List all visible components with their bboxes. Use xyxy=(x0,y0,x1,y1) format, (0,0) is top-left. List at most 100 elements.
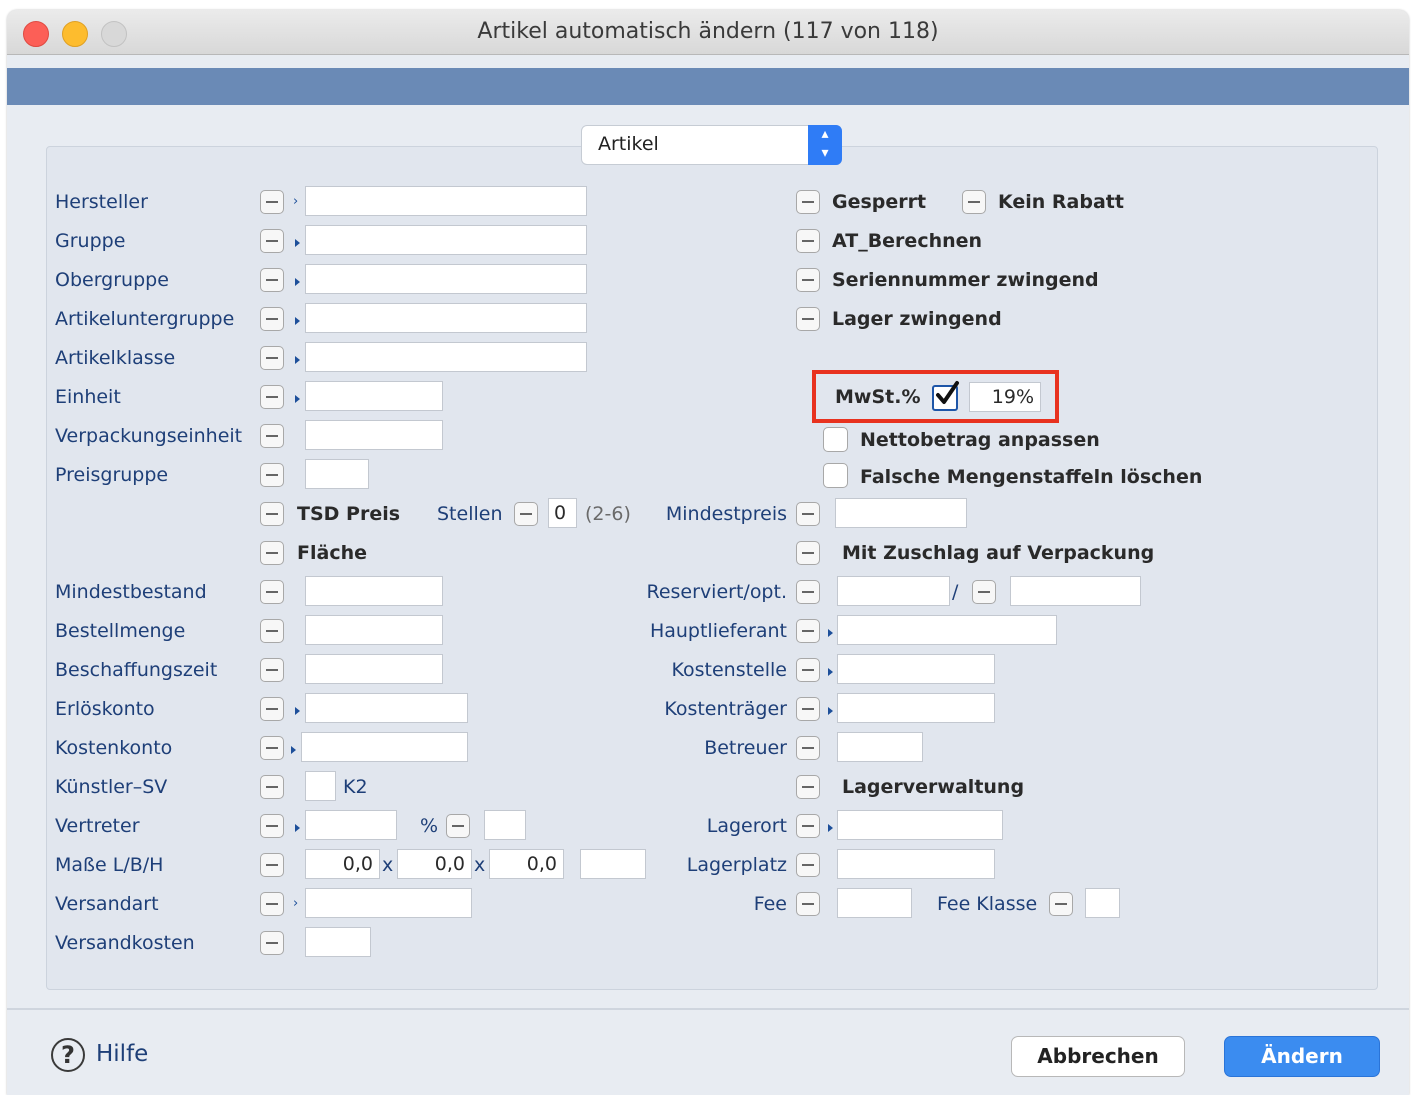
lager-zwingend-toggle[interactable] xyxy=(796,307,820,331)
obergruppe-field[interactable] xyxy=(305,264,587,294)
falsche-mengen-checkbox[interactable] xyxy=(823,463,848,488)
breite-field[interactable]: 0,0 xyxy=(397,849,472,879)
artikeluntergruppe-toggle[interactable] xyxy=(260,307,284,331)
mindestpreis-field[interactable] xyxy=(835,498,967,528)
erloeskonto-toggle[interactable] xyxy=(260,697,284,721)
lookup-arrow-icon[interactable] xyxy=(828,629,833,637)
help-icon[interactable]: ? xyxy=(51,1038,85,1072)
masse-toggle[interactable] xyxy=(260,853,284,877)
kostentraeger-toggle[interactable] xyxy=(796,697,820,721)
lookup-arrow-icon[interactable] xyxy=(291,746,296,754)
verpackungseinheit-toggle[interactable] xyxy=(260,424,284,448)
laenge-field[interactable]: 0,0 xyxy=(305,849,380,879)
erloeskonto-field[interactable] xyxy=(305,693,468,723)
lookup-arrow-icon[interactable] xyxy=(828,707,833,715)
gruppe-toggle[interactable] xyxy=(260,229,284,253)
mwst-checkbox[interactable] xyxy=(932,381,959,411)
kostenkonto-field[interactable] xyxy=(301,732,468,762)
vertreter-field[interactable] xyxy=(305,810,397,840)
vertreter-label: Vertreter xyxy=(55,815,140,837)
preisgruppe-toggle[interactable] xyxy=(260,463,284,487)
vertreter-percent-field[interactable] xyxy=(484,810,526,840)
lagerplatz-toggle[interactable] xyxy=(796,853,820,877)
mit-zuschlag-toggle[interactable] xyxy=(796,541,820,565)
mwst-value-field[interactable]: 19% xyxy=(969,382,1041,412)
artikeluntergruppe-field[interactable] xyxy=(305,303,587,333)
hersteller-field[interactable] xyxy=(305,186,587,216)
at-berechnen-toggle[interactable] xyxy=(796,229,820,253)
seriennummer-toggle[interactable] xyxy=(796,268,820,292)
versandart-field[interactable] xyxy=(305,888,472,918)
hoehe-field[interactable]: 0,0 xyxy=(489,849,564,879)
hauptlieferant-field[interactable] xyxy=(837,615,1057,645)
optional-toggle[interactable] xyxy=(972,580,996,604)
fee-klasse-toggle[interactable] xyxy=(1049,892,1073,916)
hauptlieferant-toggle[interactable] xyxy=(796,619,820,643)
artikelklasse-toggle[interactable] xyxy=(260,346,284,370)
bestellmenge-toggle[interactable] xyxy=(260,619,284,643)
fee-field[interactable] xyxy=(837,888,912,918)
kostentraeger-field[interactable] xyxy=(837,693,995,723)
lookup-arrow-icon[interactable] xyxy=(295,356,300,364)
fee-klasse-label: Fee Klasse xyxy=(937,893,1038,915)
reserviert-toggle[interactable] xyxy=(796,580,820,604)
nettobetrag-checkbox[interactable] xyxy=(823,427,848,452)
tsd-preis-toggle[interactable] xyxy=(260,502,284,526)
apply-button[interactable]: Ändern xyxy=(1224,1036,1380,1077)
beschaffungszeit-field[interactable] xyxy=(305,654,443,684)
kostenstelle-field[interactable] xyxy=(837,654,995,684)
betreuer-toggle[interactable] xyxy=(796,736,820,760)
stellen-toggle[interactable] xyxy=(514,502,538,526)
lookup-arrow-icon[interactable] xyxy=(295,278,300,286)
stellen-field[interactable]: 0 xyxy=(548,498,577,528)
vertreter-toggle[interactable] xyxy=(260,814,284,838)
versandkosten-toggle[interactable] xyxy=(260,931,284,955)
lagerverwaltung-toggle[interactable] xyxy=(796,775,820,799)
fee-klasse-field[interactable] xyxy=(1085,888,1120,918)
lagerplatz-field[interactable] xyxy=(837,849,995,879)
mindestbestand-field[interactable] xyxy=(305,576,443,606)
mindestpreis-toggle[interactable] xyxy=(796,502,820,526)
lagerort-field[interactable] xyxy=(837,810,1003,840)
kein-rabatt-toggle[interactable] xyxy=(962,190,986,214)
artikelklasse-field[interactable] xyxy=(305,342,587,372)
hersteller-toggle[interactable] xyxy=(260,190,284,214)
optional-field[interactable] xyxy=(1010,576,1141,606)
hersteller-label: Hersteller xyxy=(55,191,148,213)
vertreter-percent-toggle[interactable] xyxy=(446,814,470,838)
betreuer-field[interactable] xyxy=(837,732,923,762)
bestellmenge-field[interactable] xyxy=(305,615,443,645)
lagerort-toggle[interactable] xyxy=(796,814,820,838)
flaeche-toggle[interactable] xyxy=(260,541,284,565)
reserviert-field[interactable] xyxy=(837,576,950,606)
preisgruppe-field[interactable] xyxy=(305,459,369,489)
kostenstelle-toggle[interactable] xyxy=(796,658,820,682)
lookup-arrow-icon[interactable] xyxy=(295,707,300,715)
lookup-arrow-icon[interactable] xyxy=(295,824,300,832)
versandart-toggle[interactable] xyxy=(260,892,284,916)
versandkosten-field[interactable] xyxy=(305,927,371,957)
fee-toggle[interactable] xyxy=(796,892,820,916)
lookup-arrow-icon[interactable] xyxy=(295,239,300,247)
help-link[interactable]: Hilfe xyxy=(96,1041,148,1067)
einheit-toggle[interactable] xyxy=(260,385,284,409)
lookup-arrow-icon[interactable] xyxy=(295,395,300,403)
lookup-arrow-icon[interactable] xyxy=(828,668,833,676)
cancel-button[interactable]: Abbrechen xyxy=(1011,1036,1185,1077)
category-select[interactable]: Artikel ▴ ▾ xyxy=(581,125,842,165)
beschaffungszeit-toggle[interactable] xyxy=(260,658,284,682)
kostenkonto-toggle[interactable] xyxy=(260,736,284,760)
mindestbestand-toggle[interactable] xyxy=(260,580,284,604)
kuenstler-sv-field[interactable] xyxy=(305,771,336,801)
einheit-field[interactable] xyxy=(305,381,443,411)
obergruppe-toggle[interactable] xyxy=(260,268,284,292)
lookup-arrow-icon[interactable] xyxy=(828,824,833,832)
lookup-arrow-icon[interactable] xyxy=(295,317,300,325)
verpackungseinheit-field[interactable] xyxy=(305,420,443,450)
reserviert-label: Reserviert/opt. xyxy=(646,581,788,603)
tsd-preis-label: TSD Preis xyxy=(297,503,401,525)
gesperrt-toggle[interactable] xyxy=(796,190,820,214)
gruppe-field[interactable] xyxy=(305,225,587,255)
kuenstler-sv-toggle[interactable] xyxy=(260,775,284,799)
flaeche-label: Fläche xyxy=(297,542,367,564)
